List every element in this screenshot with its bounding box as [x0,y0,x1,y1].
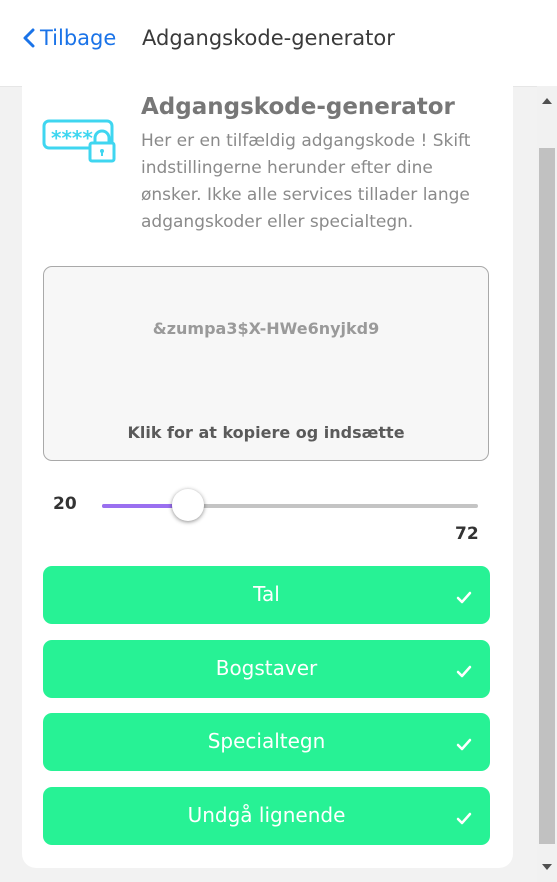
generator-heading: Adgangskode-generator [141,94,455,120]
page-title: Adgangskode-generator [142,26,395,50]
password-lock-icon: **** [42,119,116,163]
toggle-letters[interactable]: Bogstaver [43,640,490,698]
check-icon [456,812,472,825]
check-icon [456,591,472,604]
toggle-numbers[interactable]: Tal [43,566,490,624]
toggle-avoid-similar[interactable]: Undgå lignende [43,787,490,845]
toggle-label: Specialtegn [207,729,326,753]
check-icon [456,665,472,678]
toggle-label: Undgå lignende [187,803,346,827]
check-icon [456,738,472,751]
slider-max-label: 72 [455,524,479,544]
generator-card: **** Adgangskode-generator Her er en til… [22,86,513,868]
chevron-left-icon [23,28,35,48]
svg-text:****: **** [51,126,93,150]
length-slider[interactable] [102,489,478,521]
toggle-label: Bogstaver [215,656,318,680]
slider-min-label: 20 [53,494,77,514]
toggle-special-chars[interactable]: Specialtegn [43,713,490,771]
scroll-down-arrow-icon[interactable] [542,864,552,871]
scrollbar-thumb[interactable] [539,148,555,844]
back-label: Tilbage [40,26,117,50]
scrollbar[interactable] [537,86,557,882]
copy-hint: Klik for at kopiere og indsætte [127,423,405,442]
toggle-label: Tal [253,582,280,606]
top-bar: Tilbage Adgangskode-generator [0,0,557,87]
back-button[interactable]: Tilbage [22,24,116,52]
generator-description: Her er en tilfældig adgangskode ! Skift … [141,131,471,232]
password-copy-box[interactable]: &zumpa3$X-HWe6nyjkd9 Klik for at kopiere… [43,266,489,461]
generated-password: &zumpa3$X-HWe6nyjkd9 [152,319,380,338]
slider-thumb[interactable] [172,489,205,521]
scroll-up-arrow-icon[interactable] [542,97,552,104]
